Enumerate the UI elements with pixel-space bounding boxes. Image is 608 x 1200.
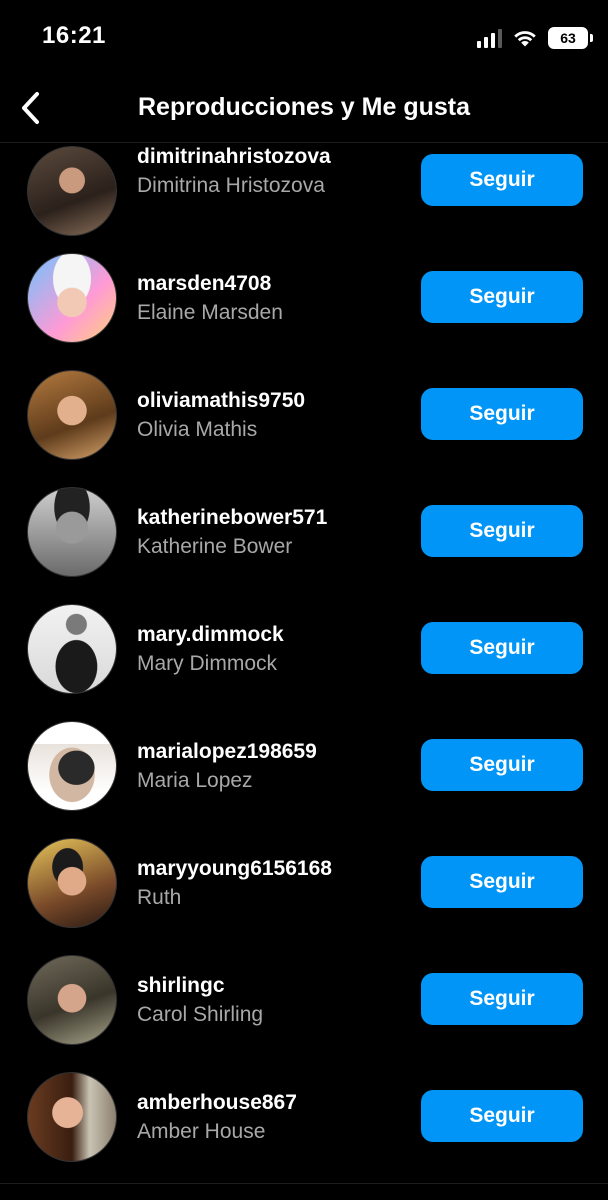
screen: 16:21 63 Reproducciones y Me gusta dimit… (0, 0, 608, 1200)
avatar[interactable] (27, 955, 117, 1045)
avatar[interactable] (27, 487, 117, 577)
full-name: Ruth (137, 886, 182, 909)
follow-button[interactable]: Seguir (421, 154, 583, 206)
username[interactable]: amberhouse867 (137, 1091, 297, 1115)
full-name: Katherine Bower (137, 535, 293, 558)
avatar[interactable] (27, 253, 117, 343)
full-name: Mary Dimmock (137, 652, 277, 675)
list-item[interactable]: oliviamathis9750 Olivia Mathis Seguir (0, 367, 608, 484)
full-name: Amber House (137, 1120, 266, 1143)
avatar[interactable] (27, 721, 117, 811)
username[interactable]: mary.dimmock (137, 623, 284, 647)
username[interactable]: marialopez198659 (137, 740, 317, 764)
username[interactable]: maryyoung6156168 (137, 857, 332, 881)
full-name: Elaine Marsden (137, 301, 283, 324)
list-item[interactable]: mary.dimmock Mary Dimmock Seguir (0, 601, 608, 718)
list-item[interactable]: marialopez198659 Maria Lopez Seguir (0, 718, 608, 835)
avatar[interactable] (27, 146, 117, 236)
signal-icon (477, 28, 502, 48)
username[interactable]: oliviamathis9750 (137, 389, 305, 413)
wifi-icon (512, 28, 538, 48)
username[interactable]: shirlingc (137, 974, 225, 998)
follow-button[interactable]: Seguir (421, 271, 583, 323)
status-bar: 16:21 63 (0, 0, 608, 76)
status-icons: 63 (477, 26, 593, 50)
header: Reproducciones y Me gusta (0, 76, 608, 142)
full-name: Carol Shirling (137, 1003, 264, 1026)
avatar[interactable] (27, 838, 117, 928)
username[interactable]: marsden4708 (137, 272, 271, 296)
list-item[interactable]: dimitrinahristozova Dimitrina Hristozova… (0, 143, 608, 250)
full-name: Dimitrina Hristozova (137, 174, 325, 197)
bottom-divider (0, 1183, 608, 1184)
avatar[interactable] (27, 1072, 117, 1162)
list-item[interactable]: maryyoung6156168 Ruth Seguir (0, 835, 608, 952)
follow-button[interactable]: Seguir (421, 622, 583, 674)
list-item[interactable]: katherinebower571 Katherine Bower Seguir (0, 484, 608, 601)
status-time: 16:21 (42, 22, 106, 49)
follow-button[interactable]: Seguir (421, 973, 583, 1025)
follow-button[interactable]: Seguir (421, 739, 583, 791)
battery-icon: 63 (548, 27, 593, 49)
follow-button[interactable]: Seguir (421, 388, 583, 440)
list-item[interactable]: shirlingc Carol Shirling Seguir (0, 952, 608, 1069)
follow-button[interactable]: Seguir (421, 1090, 583, 1142)
list-item[interactable]: amberhouse867 Amber House Seguir (0, 1069, 608, 1183)
username[interactable]: katherinebower571 (137, 506, 327, 530)
avatar[interactable] (27, 370, 117, 460)
battery-level: 63 (560, 30, 576, 46)
user-list[interactable]: dimitrinahristozova Dimitrina Hristozova… (0, 143, 608, 1183)
username[interactable]: dimitrinahristozova (137, 145, 331, 169)
follow-button[interactable]: Seguir (421, 505, 583, 557)
list-item[interactable]: marsden4708 Elaine Marsden Seguir (0, 250, 608, 367)
follow-button[interactable]: Seguir (421, 856, 583, 908)
avatar[interactable] (27, 604, 117, 694)
full-name: Olivia Mathis (137, 418, 258, 441)
page-title: Reproducciones y Me gusta (137, 93, 471, 121)
full-name: Maria Lopez (137, 769, 253, 792)
